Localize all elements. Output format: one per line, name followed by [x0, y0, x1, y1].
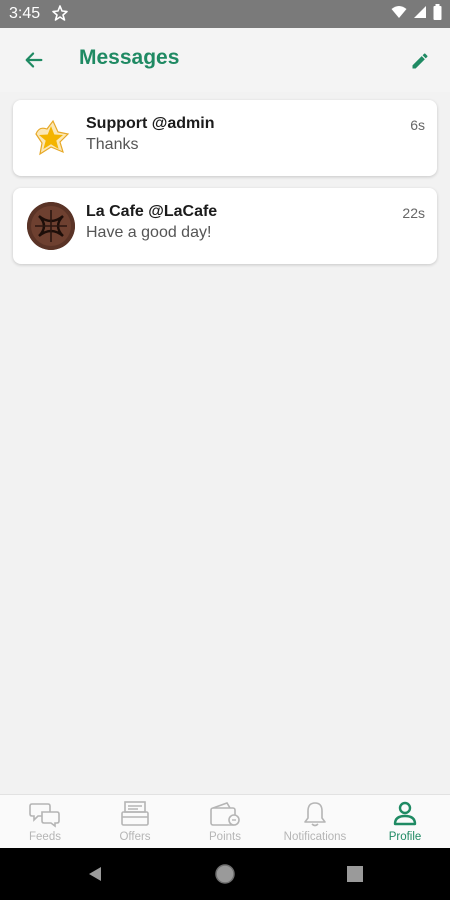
- system-nav-bar: [0, 848, 450, 900]
- system-recents-button[interactable]: [343, 862, 367, 886]
- system-back-button[interactable]: [83, 862, 107, 886]
- back-button[interactable]: [18, 44, 50, 76]
- conversation-name: La Cafe @LaCafe: [86, 203, 218, 220]
- signal-icon: [413, 5, 427, 24]
- star-logo-icon: [35, 119, 70, 156]
- square-recents-icon: [347, 866, 363, 882]
- avatar: [27, 202, 75, 250]
- bell-icon: [298, 799, 332, 829]
- conversation-preview: Thanks: [86, 136, 139, 153]
- system-home-button[interactable]: [213, 862, 237, 886]
- person-icon: [388, 799, 422, 829]
- nav-item-offers[interactable]: Offers: [90, 795, 180, 848]
- nav-label: Profile: [388, 831, 422, 843]
- arrow-left-icon: [25, 52, 43, 68]
- nav-item-profile[interactable]: Profile: [360, 795, 450, 848]
- bottom-nav: Feeds Offers Points Notifications Profil…: [0, 794, 450, 848]
- wifi-icon: [391, 5, 407, 24]
- conversation-time: 6s: [410, 117, 425, 133]
- conversation-preview: Have a good day!: [86, 224, 212, 241]
- pencil-icon: [412, 53, 428, 69]
- avatar: [27, 114, 75, 162]
- chat-bubbles-icon: [28, 799, 62, 829]
- battery-icon: [433, 3, 442, 25]
- nav-item-feeds[interactable]: Feeds: [0, 795, 90, 848]
- app-bar: Messages: [0, 28, 450, 92]
- status-bar: 3:45: [0, 0, 450, 28]
- status-time: 3:45: [9, 5, 41, 22]
- conversation-time: 22s: [402, 205, 425, 221]
- conversation-item[interactable]: Support @admin Thanks 6s: [13, 100, 437, 176]
- page-title: Messages: [79, 46, 180, 69]
- offers-icon: [118, 799, 152, 829]
- nav-item-points[interactable]: Points: [180, 795, 270, 848]
- app-notification-icon: [52, 4, 68, 22]
- nav-label: Feeds: [29, 831, 61, 843]
- nav-item-notifications[interactable]: Notifications: [270, 795, 360, 848]
- nav-label: Offers: [119, 831, 151, 843]
- triangle-back-icon: [89, 867, 101, 881]
- cafe-logo-icon: [27, 202, 75, 250]
- conversation-name: Support @admin: [86, 115, 215, 132]
- status-icons: [391, 3, 442, 25]
- circle-home-icon: [215, 864, 235, 884]
- nav-label: Points: [209, 831, 241, 843]
- wallet-icon: [208, 799, 242, 829]
- nav-label: Notifications: [283, 831, 347, 843]
- compose-button[interactable]: [406, 47, 434, 75]
- conversation-item[interactable]: La Cafe @LaCafe Have a good day! 22s: [13, 188, 437, 264]
